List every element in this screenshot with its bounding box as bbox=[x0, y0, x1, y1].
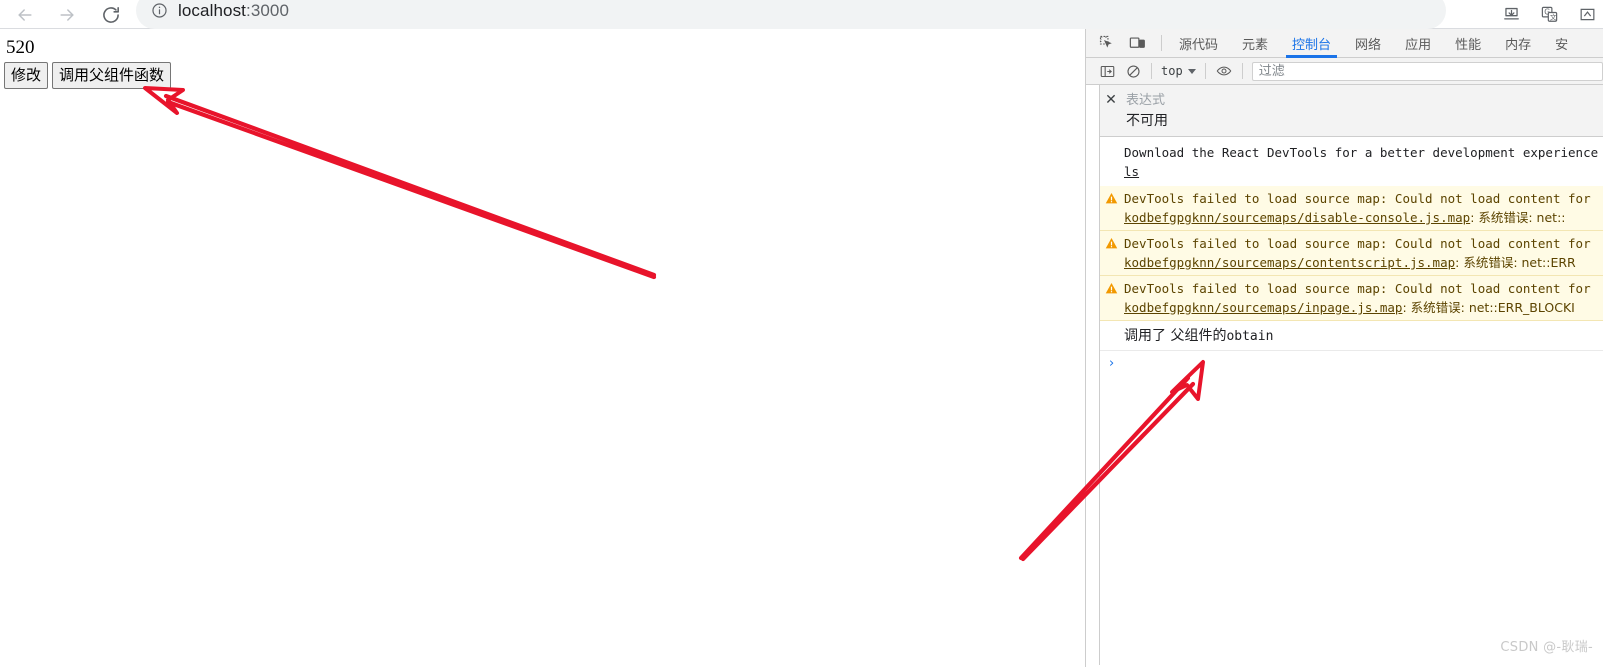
tab-elements[interactable]: 元素 bbox=[1230, 29, 1280, 58]
console-message-list: Download the React DevTools for a better… bbox=[1100, 134, 1603, 665]
react-devtools-message-line2[interactable]: ls bbox=[1124, 162, 1603, 181]
warning-triangle-icon bbox=[1105, 191, 1118, 204]
warning-text-tail: : 系统错误: net::ERR_BLOCKI bbox=[1402, 300, 1575, 315]
warning-text-tail: : 系统错误: net::ERR bbox=[1455, 255, 1576, 270]
extension-icon[interactable] bbox=[1575, 3, 1599, 27]
console-filter-bar: top bbox=[1086, 58, 1603, 85]
browser-toolbar-icons: G 文 bbox=[1499, 0, 1603, 29]
tab-application[interactable]: 应用 bbox=[1393, 29, 1443, 58]
warning-triangle-icon bbox=[1105, 281, 1118, 294]
toolbar-divider bbox=[1161, 35, 1162, 51]
console-left-rail bbox=[1086, 85, 1100, 665]
chevron-down-icon bbox=[1187, 68, 1196, 74]
tab-performance[interactable]: 性能 bbox=[1443, 29, 1493, 58]
tab-memory[interactable]: 内存 bbox=[1493, 29, 1543, 58]
address-bar-url: localhost:3000 bbox=[178, 0, 290, 20]
filterbar-divider-3 bbox=[1241, 63, 1243, 79]
live-expression-value: 不可用 bbox=[1126, 113, 1168, 129]
warning-text-line1: DevTools failed to load source map: Coul… bbox=[1124, 236, 1591, 251]
address-bar[interactable]: localhost:3000 bbox=[136, 0, 1446, 29]
live-expression-eye-icon[interactable] bbox=[1211, 59, 1237, 83]
google-translate-icon[interactable]: G 文 bbox=[1537, 3, 1561, 27]
console-message-info: Download the React DevTools for a better… bbox=[1100, 134, 1603, 186]
tab-sources[interactable]: 源代码 bbox=[1167, 29, 1230, 58]
screenshot-root: localhost:3000 G 文 520 修改 调用父组件函数 源代码 元素… bbox=[0, 0, 1603, 667]
react-devtools-message-line1: Download the React DevTools for a better… bbox=[1124, 145, 1599, 160]
device-toolbar-icon[interactable] bbox=[1124, 31, 1150, 55]
browser-toolbar: localhost:3000 G 文 bbox=[0, 0, 1603, 29]
console-body: ✕ 表达式 不可用 Download the React DevTools fo… bbox=[1086, 85, 1603, 665]
live-expression-label: 表达式 bbox=[1126, 93, 1166, 108]
prompt-chevron-icon: › bbox=[1109, 356, 1115, 371]
devtools-mode-buttons bbox=[1086, 31, 1156, 55]
back-button[interactable] bbox=[10, 0, 40, 29]
devtools-tabbar: 源代码 元素 控制台 网络 应用 性能 内存 安 bbox=[1086, 29, 1603, 58]
filterbar-divider-1 bbox=[1151, 63, 1152, 79]
call-parent-function-button[interactable]: 调用父组件函数 bbox=[52, 62, 172, 89]
console-filter-input[interactable] bbox=[1251, 61, 1603, 81]
devtools-panel: 源代码 元素 控制台 网络 应用 性能 内存 安 top 过滤 ✕ 表达式 不可… bbox=[1085, 29, 1603, 667]
live-expression-bar: ✕ 表达式 不可用 bbox=[1100, 85, 1603, 137]
modify-button[interactable]: 修改 bbox=[4, 62, 49, 89]
page-viewport: 520 修改 调用父组件函数 bbox=[0, 29, 1085, 667]
log-text-mono: obtain bbox=[1226, 329, 1274, 344]
console-message-warning: DevTools failed to load source map: Coul… bbox=[1100, 186, 1603, 231]
console-sidebar-icon[interactable] bbox=[1094, 59, 1120, 83]
tab-security[interactable]: 安 bbox=[1543, 29, 1580, 58]
svg-text:文: 文 bbox=[1549, 13, 1556, 22]
sourcemap-link[interactable]: kodbefgpgknn/sourcemaps/contentscript.js… bbox=[1124, 255, 1455, 270]
count-value: 520 bbox=[6, 37, 35, 58]
clear-console-icon[interactable] bbox=[1120, 59, 1146, 83]
console-message-warning: DevTools failed to load source map: Coul… bbox=[1100, 276, 1603, 321]
tab-network[interactable]: 网络 bbox=[1343, 29, 1393, 58]
console-prompt[interactable]: › bbox=[1100, 351, 1603, 375]
reload-button[interactable] bbox=[96, 0, 126, 29]
execution-context-selector[interactable]: top bbox=[1157, 64, 1200, 78]
tab-console[interactable]: 控制台 bbox=[1280, 29, 1343, 58]
forward-button[interactable] bbox=[52, 0, 82, 29]
arrow-right-icon bbox=[57, 5, 77, 25]
filterbar-divider-2 bbox=[1204, 63, 1206, 79]
warning-triangle-icon bbox=[1105, 236, 1118, 249]
csdn-watermark: CSDN @-耿瑞- bbox=[1500, 640, 1593, 655]
reload-icon bbox=[101, 5, 121, 25]
sourcemap-link[interactable]: kodbefgpgknn/sourcemaps/disable-console.… bbox=[1124, 210, 1470, 225]
info-circle-icon[interactable] bbox=[150, 2, 168, 20]
console-message-log: 调用了 父组件的obtain bbox=[1100, 321, 1603, 351]
warning-text-tail: : 系统错误: net:: bbox=[1470, 210, 1566, 225]
execution-context-label: top bbox=[1161, 64, 1183, 78]
page-button-group: 修改 调用父组件函数 bbox=[4, 62, 172, 89]
console-message-warning: DevTools failed to load source map: Coul… bbox=[1100, 231, 1603, 276]
warning-text-line1: DevTools failed to load source map: Coul… bbox=[1124, 281, 1591, 296]
inspect-element-icon[interactable] bbox=[1094, 31, 1120, 55]
arrow-left-icon bbox=[15, 5, 35, 25]
close-icon[interactable]: ✕ bbox=[1104, 92, 1118, 106]
log-text-cn: 调用了 父组件的 bbox=[1124, 328, 1227, 344]
warning-text-line1: DevTools failed to load source map: Coul… bbox=[1124, 191, 1591, 206]
sourcemap-link[interactable]: kodbefgpgknn/sourcemaps/inpage.js.map bbox=[1124, 300, 1402, 315]
devtools-tab-list: 源代码 元素 控制台 网络 应用 性能 内存 安 bbox=[1167, 29, 1580, 58]
download-icon[interactable] bbox=[1499, 3, 1523, 27]
